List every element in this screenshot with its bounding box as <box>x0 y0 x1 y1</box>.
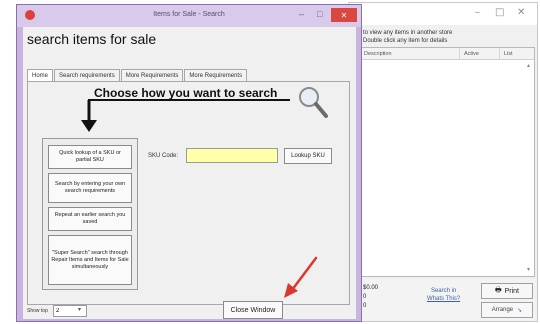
search-option-group: Quick lookup of a SKU or partial SKU Sea… <box>42 138 138 290</box>
super-search-button[interactable]: "Super Search" search through Repair Ite… <box>48 235 132 285</box>
background-table[interactable]: Description Active List ▴ ▾ <box>359 47 535 277</box>
background-titlebar: – □ ✕ <box>349 3 537 25</box>
sku-label: SKU Code: <box>148 153 179 159</box>
scroll-up-icon[interactable]: ▴ <box>527 62 530 69</box>
magnifier-icon <box>299 87 328 118</box>
bg-info-line: Double click any item for details <box>363 38 448 44</box>
tab-panel-home: Choose how you want to search Quick look… <box>27 81 350 305</box>
arrange-button-label: Arrange <box>491 307 514 313</box>
bg-close-button[interactable]: ✕ <box>517 7 525 18</box>
background-info: to view any items in another store Doubl… <box>363 29 452 45</box>
repeat-search-button[interactable]: Repeat an earlier search you saved <box>48 207 132 231</box>
arrange-button[interactable]: Arrange ➘ <box>481 302 533 318</box>
scroll-down-icon[interactable]: ▾ <box>527 266 530 273</box>
bottom-bar: Show top ▾ Close Window <box>23 301 356 319</box>
search-dialog: Items for Sale - Search – □ ✕ search ite… <box>16 4 362 322</box>
print-button-label: Print <box>504 287 519 295</box>
page-title: search items for sale <box>27 31 157 47</box>
maximize-button[interactable]: □ <box>317 9 322 19</box>
show-top-input[interactable] <box>53 305 87 317</box>
bg-table-header: Description Active List <box>360 48 534 60</box>
close-button[interactable]: ✕ <box>331 8 357 22</box>
custom-search-button[interactable]: Search by entering your own search requi… <box>48 173 132 203</box>
bg-col-list[interactable]: List <box>500 48 534 59</box>
bg-lookup[interactable]: Search in Whats This? <box>427 287 460 303</box>
quick-lookup-button[interactable]: Quick lookup of a SKU or partial SKU <box>48 145 132 169</box>
minimize-button[interactable]: – <box>299 9 304 19</box>
bg-maximize-button[interactable]: □ <box>495 7 504 18</box>
bg-col-description[interactable]: Description <box>360 48 460 59</box>
bg-lookup-text[interactable]: Search in <box>427 287 460 295</box>
dialog-titlebar[interactable]: Items for Sale - Search – □ ✕ <box>17 5 361 27</box>
bg-lookup-link[interactable]: Whats This? <box>427 295 460 303</box>
bg-money-values: $0.00 0 0 <box>363 284 378 311</box>
bg-money-line: $0.00 <box>363 285 379 291</box>
dialog-content: search items for sale Home Search requir… <box>23 27 356 319</box>
dialog-title: Items for Sale - Search <box>153 11 225 18</box>
print-button[interactable]: 🖶 Print <box>481 283 533 299</box>
close-window-button[interactable]: Close Window <box>223 301 283 319</box>
show-top-label: Show top <box>27 308 48 314</box>
bg-col-active[interactable]: Active <box>460 48 500 59</box>
sku-input[interactable] <box>186 148 278 163</box>
bg-money-line: 0 <box>363 294 367 300</box>
bg-info-line: to view any items in another store <box>363 30 453 36</box>
chevron-down-icon[interactable]: ▾ <box>78 306 81 313</box>
lookup-sku-button[interactable]: Lookup SKU <box>284 148 332 164</box>
bg-money-line: 0 <box>363 303 367 309</box>
print-icon: 🖶 <box>494 286 502 294</box>
cursor-arrow-icon: ➘ <box>517 307 523 314</box>
bg-minimize-button[interactable]: – <box>475 7 480 18</box>
background-window: – □ ✕ to view any items in another store… <box>348 2 538 322</box>
